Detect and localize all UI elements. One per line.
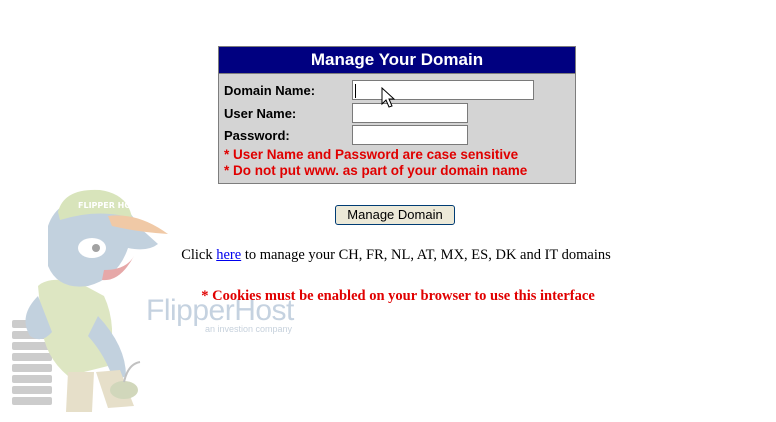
info-suffix: to manage your CH, FR, NL, AT, MX, ES, D… [241,247,611,263]
no-www-note: * Do not put www. as part of your domain… [224,163,528,178]
here-link[interactable]: here [216,247,241,263]
international-domains-info: Click here to manage your CH, FR, NL, AT… [0,247,776,264]
mouse-pointer-icon [381,87,395,108]
domain-name-label: Domain Name: [224,83,316,98]
panel-title: Manage Your Domain [219,47,575,74]
text-caret [355,84,356,98]
cookie-notice: * Cookies must be enabled on your browse… [201,288,595,304]
password-input[interactable] [352,125,468,145]
manage-domain-panel: Manage Your Domain Domain Name: User Nam… [218,46,576,184]
cap-brand-text: FLIPPER HOST [78,201,143,210]
case-sensitive-note: * User Name and Password are case sensit… [224,147,519,162]
user-name-input[interactable] [352,103,468,123]
brand-tagline: an investion company [205,324,293,334]
page: FLIPPER HOST FlipperHost an investion co… [0,0,776,422]
domain-name-input[interactable] [352,80,534,100]
info-prefix: Click [181,247,217,263]
user-name-label: User Name: [224,106,297,121]
manage-domain-button[interactable]: Manage Domain [335,205,455,225]
password-label: Password: [224,128,290,143]
